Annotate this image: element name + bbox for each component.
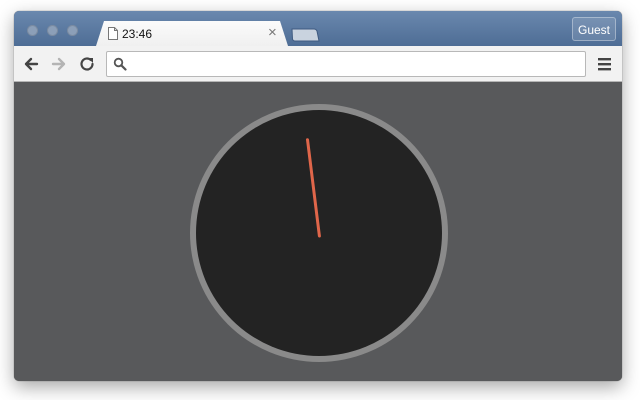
forward-arrow-icon[interactable] bbox=[50, 55, 68, 73]
reload-icon[interactable] bbox=[78, 55, 96, 73]
hamburger-menu-icon[interactable] bbox=[596, 55, 614, 73]
tab-active[interactable]: 23:46 × bbox=[96, 21, 288, 46]
tab-close-icon[interactable]: × bbox=[268, 25, 277, 41]
title-bar: 23:46 × Guest bbox=[14, 11, 622, 46]
minimize-window-button[interactable] bbox=[47, 25, 58, 36]
close-window-button[interactable] bbox=[27, 25, 38, 36]
omnibox-input[interactable] bbox=[133, 54, 573, 74]
page-content bbox=[14, 82, 622, 381]
zoom-window-button[interactable] bbox=[67, 25, 78, 36]
new-tab-button[interactable] bbox=[290, 28, 320, 42]
toolbar bbox=[14, 46, 622, 82]
guest-profile-button[interactable]: Guest bbox=[572, 17, 616, 41]
page-icon bbox=[108, 27, 118, 40]
back-arrow-icon[interactable] bbox=[22, 55, 40, 73]
search-icon bbox=[113, 57, 127, 71]
omnibox[interactable] bbox=[106, 51, 586, 77]
tab-title: 23:46 bbox=[122, 27, 153, 41]
analog-clock bbox=[190, 104, 448, 362]
browser-window: 23:46 × Guest bbox=[14, 11, 622, 381]
